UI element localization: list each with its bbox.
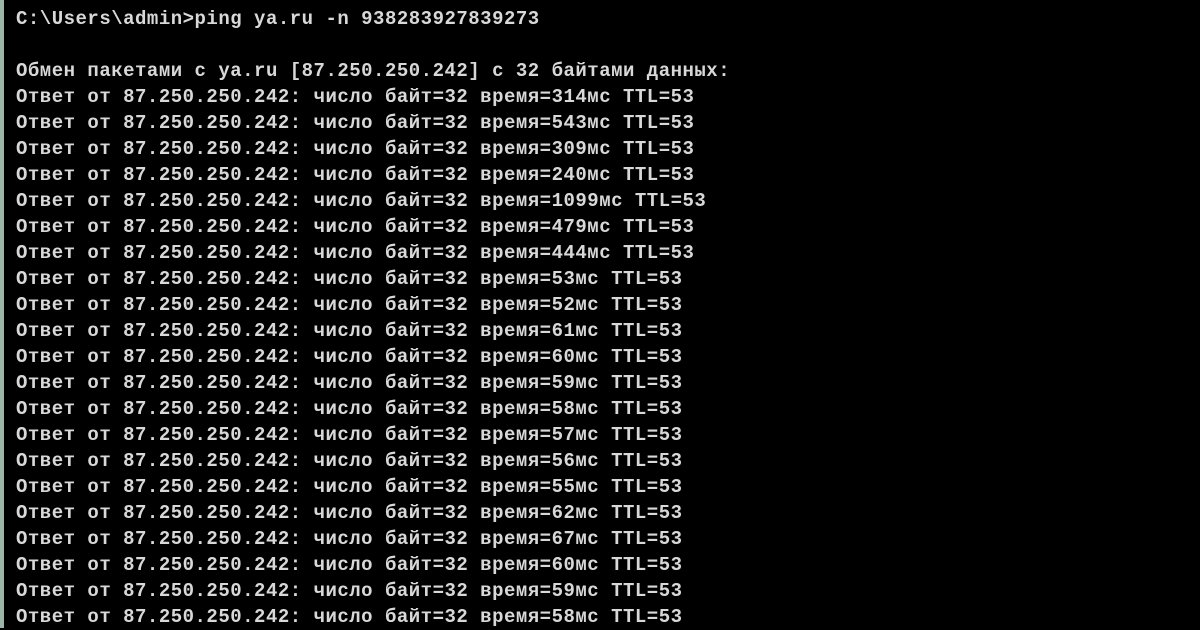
ping-reply-line: Ответ от 87.250.250.242: число байт=32 в… [16,474,1200,500]
ping-reply-line: Ответ от 87.250.250.242: число байт=32 в… [16,500,1200,526]
ping-replies: Ответ от 87.250.250.242: число байт=32 в… [16,84,1200,630]
ping-reply-line: Ответ от 87.250.250.242: число байт=32 в… [16,318,1200,344]
ping-reply-line: Ответ от 87.250.250.242: число байт=32 в… [16,84,1200,110]
command-line[interactable]: C:\Users\admin>ping ya.ru -n 93828392783… [16,6,1200,32]
ping-reply-line: Ответ от 87.250.250.242: число байт=32 в… [16,162,1200,188]
terminal-output: C:\Users\admin>ping ya.ru -n 93828392783… [6,4,1200,630]
ping-reply-line: Ответ от 87.250.250.242: число байт=32 в… [16,266,1200,292]
ping-reply-line: Ответ от 87.250.250.242: число байт=32 в… [16,604,1200,630]
ping-reply-line: Ответ от 87.250.250.242: число байт=32 в… [16,448,1200,474]
ping-reply-line: Ответ от 87.250.250.242: число байт=32 в… [16,240,1200,266]
ping-reply-line: Ответ от 87.250.250.242: число байт=32 в… [16,396,1200,422]
window-left-edge [0,0,4,628]
prompt: C:\Users\admin> [16,8,195,30]
ping-reply-line: Ответ от 87.250.250.242: число байт=32 в… [16,422,1200,448]
ping-reply-line: Ответ от 87.250.250.242: число байт=32 в… [16,578,1200,604]
command-text: ping ya.ru -n 938283927839273 [195,8,540,30]
ping-reply-line: Ответ от 87.250.250.242: число байт=32 в… [16,292,1200,318]
ping-reply-line: Ответ от 87.250.250.242: число байт=32 в… [16,344,1200,370]
ping-reply-line: Ответ от 87.250.250.242: число байт=32 в… [16,526,1200,552]
ping-reply-line: Ответ от 87.250.250.242: число байт=32 в… [16,110,1200,136]
ping-reply-line: Ответ от 87.250.250.242: число байт=32 в… [16,136,1200,162]
ping-reply-line: Ответ от 87.250.250.242: число байт=32 в… [16,552,1200,578]
ping-reply-line: Ответ от 87.250.250.242: число байт=32 в… [16,188,1200,214]
ping-reply-line: Ответ от 87.250.250.242: число байт=32 в… [16,214,1200,240]
ping-header: Обмен пакетами с ya.ru [87.250.250.242] … [16,58,1200,84]
ping-reply-line: Ответ от 87.250.250.242: число байт=32 в… [16,370,1200,396]
